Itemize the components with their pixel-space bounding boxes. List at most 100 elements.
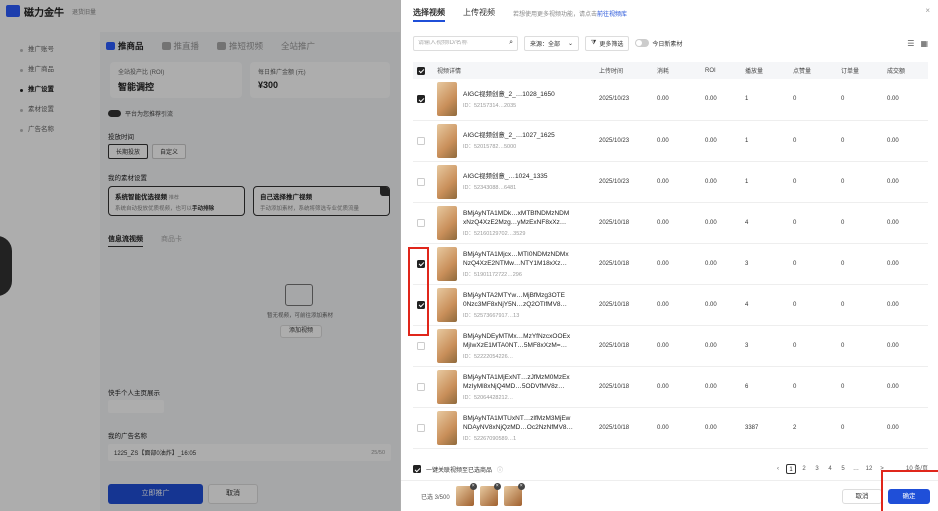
page-prev-icon[interactable]: ‹ — [773, 464, 783, 474]
video-id: ID：52064428212… — [463, 394, 514, 401]
table-row[interactable]: BMjAyNTA1MTUxNT…zlfMzM3MjEw NDAyNV8xNjQz… — [413, 407, 928, 449]
page-4[interactable]: 4 — [825, 464, 835, 474]
more-filter-button[interactable]: ⧩ 更多筛选 — [585, 35, 630, 51]
table-row[interactable]: AIGC视频创意_2_…1028_1650 ID：52157314…2035 202… — [413, 79, 928, 121]
video-id: ID：52015782…5000 — [463, 144, 517, 150]
row-checkbox[interactable] — [417, 95, 425, 104]
plays-cell: 3387 — [741, 407, 789, 449]
col-gmv[interactable]: 成交额 — [883, 62, 928, 79]
selected-video-thumb[interactable] — [455, 483, 477, 506]
row-checkbox[interactable] — [417, 382, 425, 391]
upload-time-cell: 2025/10/18 — [595, 325, 653, 367]
col-plays[interactable]: 播放量 — [741, 62, 789, 79]
likes-cell: 0 — [789, 243, 837, 285]
page-3[interactable]: 3 — [812, 464, 822, 474]
likes-cell: 0 — [789, 325, 837, 367]
cost-cell: 0.00 — [653, 407, 701, 449]
roi-cell: 0.00 — [701, 161, 741, 203]
col-roi[interactable]: ROI — [701, 62, 741, 79]
tab-upload-video[interactable]: 上传视频 — [463, 4, 495, 22]
video-thumbnail[interactable] — [437, 328, 457, 363]
page-5[interactable]: 5 — [838, 464, 848, 474]
table-row[interactable]: BMjAyNTA1MDk…xMTBfNDMzNDM xNzQ4XzE2Mzg…y… — [413, 202, 928, 244]
likes-cell: 2 — [789, 407, 837, 449]
col-cost[interactable]: 消耗 — [653, 62, 701, 79]
col-likes[interactable]: 点赞量 — [789, 62, 837, 79]
today-new-toggle-row: 今日新素材 — [635, 39, 682, 48]
view-switch: ☰ ▦ — [907, 39, 928, 48]
drawer-cancel-button[interactable]: 取消 — [842, 488, 882, 504]
video-thumbnail[interactable] — [437, 246, 457, 281]
search-box[interactable]: ⌕ — [413, 35, 518, 51]
modal-overlay[interactable] — [0, 0, 401, 511]
plays-cell: 3 — [741, 325, 789, 367]
video-thumbnail[interactable] — [437, 205, 457, 240]
upload-time-cell: 2025/10/18 — [595, 243, 653, 285]
close-icon[interactable]: × — [925, 6, 930, 15]
video-thumbnail[interactable] — [437, 82, 457, 117]
search-icon[interactable]: ⌕ — [509, 39, 513, 47]
video-thumbnail[interactable] — [437, 164, 457, 199]
cost-cell: 0.00 — [653, 79, 701, 121]
col-orders[interactable]: 订单量 — [837, 62, 883, 79]
orders-cell: 0 — [837, 79, 883, 121]
cost-cell: 0.00 — [653, 325, 701, 367]
link-products-checkbox[interactable] — [413, 465, 421, 473]
video-detail-cell: AIGC视频创意_…1024_1335 ID：52343088…6481 — [433, 161, 595, 203]
roi-cell: 0.00 — [701, 366, 741, 408]
upload-time-cell: 2025/10/23 — [595, 161, 653, 203]
table-footer: 一键关联视频至已选商品 ⓘ ‹ 1 2 3 4 5 … 12 > 10 条/页 — [413, 462, 928, 476]
orders-cell: 0 — [837, 407, 883, 449]
row-checkbox[interactable] — [417, 177, 425, 186]
tab-select-video[interactable]: 选择视频 — [413, 4, 445, 22]
table-row[interactable]: BMjAyNTA1MjExNT…zJfMzM0MzEx MzIyMl8xNjQ4… — [413, 366, 928, 408]
grid-view-icon[interactable]: ▦ — [920, 39, 928, 48]
table-row[interactable]: BMjAyNTA1Mjcx…MTI0NDMzNDMx NzQ4XzE2NTMw…… — [413, 243, 928, 285]
today-new-toggle[interactable] — [635, 39, 650, 47]
select-all-checkbox[interactable] — [417, 66, 425, 75]
page-12[interactable]: 12 — [864, 464, 874, 474]
video-thumbnail[interactable] — [437, 410, 457, 445]
video-detail-cell: AIGC视频创意_2_…1027_1625 ID：52015782…5000 — [433, 120, 595, 162]
video-library-link[interactable]: 前往视频库 — [597, 12, 627, 18]
video-id: ID：52573667917…13 — [463, 312, 520, 319]
gmv-cell: 0.00 — [883, 120, 928, 162]
table-row[interactable]: BMjAyNTA2MTYw…MjBfMzg3OTE 0Nzc3MF8xNjY5N… — [413, 284, 928, 326]
upload-time-cell: 2025/10/23 — [595, 120, 653, 162]
video-detail-cell: AIGC视频创意_2_…1028_1650 ID：52157314…2035 — [433, 79, 595, 121]
plays-cell: 1 — [741, 79, 789, 121]
search-input[interactable] — [418, 40, 498, 46]
row-checkbox[interactable] — [417, 218, 425, 227]
video-thumbnail[interactable] — [437, 287, 457, 322]
orders-cell: 0 — [837, 366, 883, 408]
cost-cell: 0.00 — [653, 120, 701, 162]
link-products-label: 一键关联视频至已选商品 — [426, 467, 493, 474]
row-checkbox[interactable] — [417, 341, 425, 350]
upload-time-cell: 2025/10/18 — [595, 366, 653, 408]
roi-cell: 0.00 — [701, 120, 741, 162]
page-1[interactable]: 1 — [786, 464, 796, 474]
selected-video-thumb[interactable] — [479, 483, 501, 506]
row-checkbox[interactable] — [417, 423, 425, 432]
video-thumbnail[interactable] — [437, 123, 457, 158]
row-checkbox[interactable] — [417, 136, 425, 145]
selected-video-thumb[interactable] — [503, 483, 525, 506]
filter-toolbar: ⌕ 来源：全部⌄ ⧩更多筛选 今日新素材 ☰ ▦ — [413, 35, 928, 51]
likes-cell: 0 — [789, 161, 837, 203]
table-row[interactable]: BMjAyNDEyMTMx…MzYfNzcxOOEx MjIwXzE1MTA0N… — [413, 325, 928, 367]
roi-cell: 0.00 — [701, 284, 741, 326]
orders-cell: 0 — [837, 325, 883, 367]
table-row[interactable]: AIGC视频创意_…1024_1335 ID：52343088…6481 2025/… — [413, 161, 928, 203]
orders-cell: 0 — [837, 161, 883, 203]
gmv-cell: 0.00 — [883, 325, 928, 367]
video-name: BMjAyNTA1MTUxNT…zlfMzM3MjEw NDAyNV8xNjQz… — [463, 414, 574, 431]
video-thumbnail[interactable] — [437, 369, 457, 404]
cost-cell: 0.00 — [653, 366, 701, 408]
video-detail-cell: BMjAyNTA1MjExNT…zJfMzM0MzEx MzIyMl8xNjQ4… — [433, 366, 595, 408]
table-row[interactable]: AIGC视频创意_2_…1027_1625 ID：52015782…5000 202… — [413, 120, 928, 162]
source-select[interactable]: 来源：全部 ⌄ — [524, 35, 580, 51]
page-2[interactable]: 2 — [799, 464, 809, 474]
list-view-icon[interactable]: ☰ — [907, 39, 914, 48]
col-upload-time[interactable]: 上传时间 — [595, 62, 653, 79]
video-name: BMjAyNDEyMTMx…MzYfNzcxOOEx MjIwXzE1MTA0N… — [463, 332, 571, 349]
